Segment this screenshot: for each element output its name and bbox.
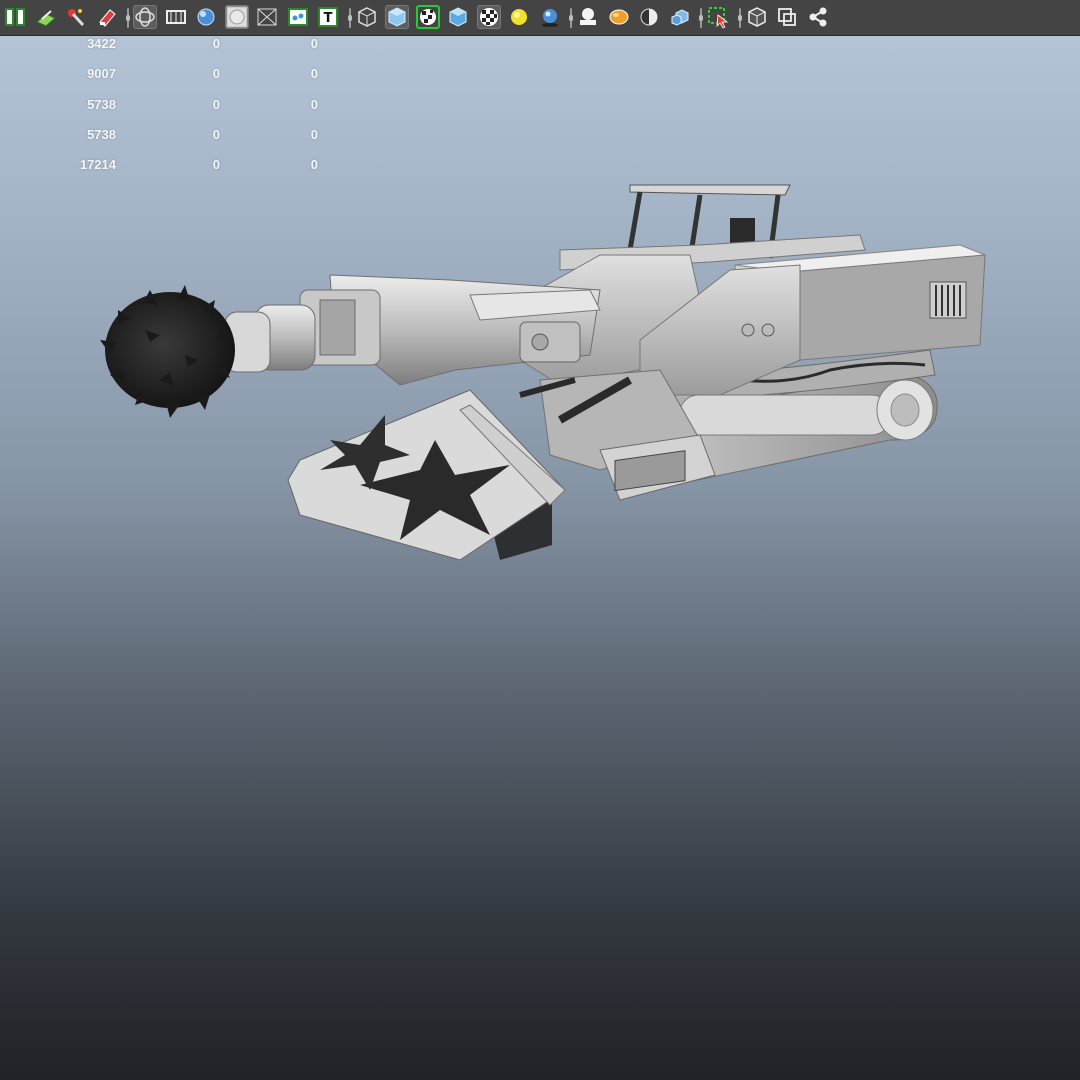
toolbar-separator[interactable] [126,8,130,28]
wireframe-cube-icon [135,7,155,27]
shaded-cube-icon [388,7,406,27]
hud-row: 3422 0 0 [0,36,330,56]
paint-effects-button[interactable] [64,5,88,29]
film-gate-icon [165,10,186,24]
hollow-sphere-icon [226,6,247,28]
hud-row: 9007 0 0 [0,66,330,86]
toolbar-separator[interactable] [737,8,742,28]
half-lit-sphere-button[interactable] [637,5,661,29]
ambient-light-button[interactable] [576,5,600,29]
multi-cube-button[interactable] [668,5,692,29]
half-lit-sphere-icon [640,8,658,26]
hud-value: 5738 [87,96,116,112]
hud-value: 9007 [87,66,116,82]
hud-row: 5738 0 0 [0,127,330,147]
ambient-light-icon [580,8,596,25]
hud-value: 17214 [79,157,116,173]
xray-grid-button[interactable] [255,5,279,29]
text-label-icon: T [318,7,338,27]
hud-value: 3422 [87,36,116,51]
toolbar-separator[interactable] [347,8,352,28]
hud-value: 0 [212,66,220,82]
viewport-toolbar: T [0,0,1080,36]
use-lights-button[interactable] [507,5,531,29]
default-material-button[interactable] [446,5,470,29]
bounding-box-icon [747,7,766,27]
shaded-sphere-icon [197,8,215,26]
shaded-cube-button[interactable] [385,5,409,29]
snap-to-grid-icon [35,10,56,27]
share-nodes-button[interactable] [806,5,830,29]
frame-all-button[interactable] [775,5,799,29]
hud-value: 0 [212,126,220,142]
snap-to-grid-button[interactable] [34,5,58,29]
share-nodes-icon [809,7,826,27]
shadows-button[interactable] [538,5,562,29]
high-quality-icon [609,9,628,25]
textured-checker-icon [419,9,436,25]
use-lights-icon [511,9,527,25]
cutter-head [100,285,235,418]
shaded-sphere-button[interactable] [194,5,218,29]
bounding-box-button[interactable] [745,5,769,29]
hud-value: 0 [310,157,318,173]
hud-value: 0 [310,36,318,51]
smooth-shade-button[interactable] [286,5,310,29]
hud-row: 17214 0 0 [0,157,330,177]
film-gate-button[interactable] [164,5,188,29]
smooth-shade-icon [287,8,308,26]
isolate-select-icon [708,7,729,29]
checker-texture-button[interactable] [476,5,501,29]
xray-grid-icon [257,8,277,26]
isolate-select-button[interactable] [706,5,730,29]
hud-value: 0 [310,126,318,142]
hud-value: 0 [310,66,318,82]
eraser-brush-button[interactable] [95,5,119,29]
hud-value: 0 [212,96,220,112]
checker-texture-icon [479,8,498,26]
open-file-button[interactable] [3,5,27,29]
toolbar-separator[interactable] [699,8,703,28]
3d-viewport[interactable]: 3422 0 0 9007 0 0 5738 0 0 5738 0 0 17214 0 0 T [0,0,1080,1080]
frame-all-icon [778,8,796,26]
high-quality-button[interactable] [607,5,631,29]
multi-cube-icon [671,9,688,26]
open-file-icon [5,8,25,26]
hud-value: 0 [212,36,220,51]
default-material-icon [449,7,467,27]
hud-value: 0 [212,157,220,173]
svg-text:T: T [324,11,333,26]
textured-checker-button[interactable] [416,5,440,29]
hud-row: 5738 0 0 [0,97,330,117]
wireframe-cube-button[interactable] [133,5,157,29]
hud-value: 5738 [87,126,116,142]
text-label-button[interactable]: T [316,5,340,29]
toolbar-separator[interactable] [569,8,573,28]
wire-cube-button[interactable] [355,5,379,29]
eraser-brush-icon [98,9,116,27]
shadows-icon [541,9,558,27]
paint-effects-icon [68,9,85,27]
vent-grille [929,281,967,319]
hud-value: 0 [310,96,318,112]
hollow-sphere-button[interactable] [224,5,249,29]
wire-cube-icon [357,7,376,27]
